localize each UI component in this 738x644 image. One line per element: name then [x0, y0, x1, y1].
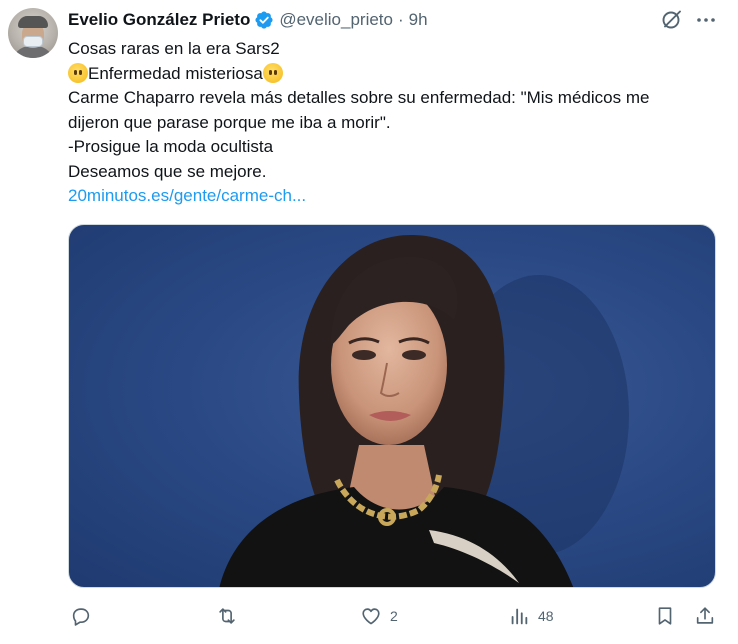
author-name[interactable]: Evelio González Prieto — [68, 10, 250, 30]
verified-badge-icon[interactable] — [254, 10, 274, 30]
share-icon — [696, 607, 714, 624]
tweet-media-photo[interactable] — [68, 224, 716, 588]
views-count: 48 — [538, 608, 554, 624]
tweet-text: Cosas raras en la era Sars2 Enfermedad m… — [68, 37, 718, 209]
like-icon — [362, 608, 380, 625]
bookmark-button[interactable] — [654, 604, 676, 628]
share-button[interactable] — [694, 604, 716, 628]
avatar[interactable] — [8, 8, 58, 58]
avatar-mask — [23, 36, 43, 47]
views-button[interactable]: 48 — [508, 604, 554, 628]
face-without-mouth-emoji-icon — [68, 62, 88, 83]
separator-dot: · — [397, 10, 404, 29]
author-handle[interactable]: @evelio_prieto — [279, 10, 393, 30]
reply-button[interactable] — [70, 604, 100, 628]
face-without-mouth-emoji-icon — [262, 62, 283, 83]
retweet-button[interactable] — [216, 604, 246, 628]
tweet-link[interactable]: 20minutos.es/gente/carme-ch... — [68, 184, 718, 209]
avatar-cap — [18, 16, 48, 28]
tweet-header: Evelio González Prieto @evelio_prieto · … — [68, 8, 428, 32]
tweet-line: Carme Chaparro revela más detalles sobre… — [68, 88, 650, 107]
like-count: 2 — [390, 608, 398, 624]
retweet-icon — [219, 608, 235, 624]
tweet-timestamp[interactable]: 9h — [409, 10, 428, 30]
grok-icon[interactable] — [660, 8, 684, 32]
tweet-line: -Prosigue la moda ocultista — [68, 137, 274, 156]
views-icon — [511, 608, 528, 625]
reply-icon — [72, 608, 90, 626]
action-bar: 2 48 — [68, 604, 718, 632]
tweet-line: Cosas raras en la era Sars2 — [68, 39, 280, 58]
photo-illustration — [219, 234, 629, 587]
tweet-line-with-emoji: Enfermedad misteriosa — [68, 62, 718, 87]
bookmark-icon — [658, 607, 672, 625]
like-button[interactable]: 2 — [360, 604, 398, 628]
more-icon[interactable] — [694, 8, 718, 32]
tweet-line: Enfermedad misteriosa — [88, 63, 263, 83]
tweet-line: dijeron que parase porque me iba a morir… — [68, 112, 391, 132]
tweet[interactable]: Evelio González Prieto @evelio_prieto · … — [0, 0, 738, 644]
tweet-line: Deseamos que se mejore. — [68, 161, 267, 181]
